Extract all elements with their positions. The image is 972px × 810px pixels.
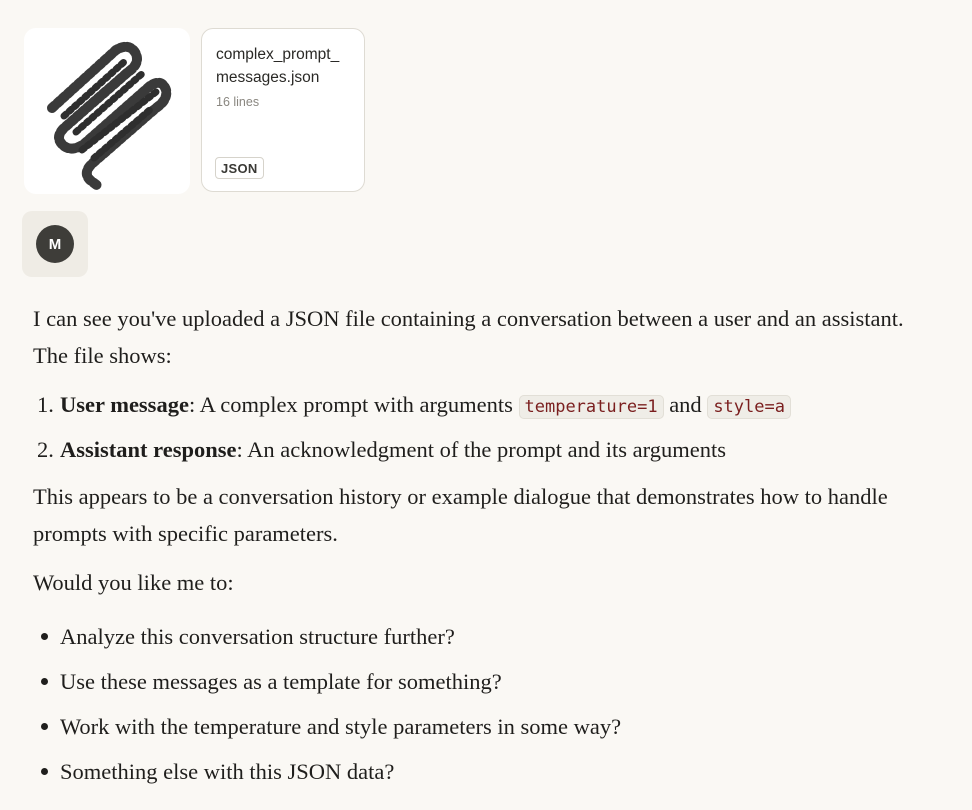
inline-code: temperature=1 (518, 395, 664, 419)
item-text: : A complex prompt with arguments (188, 392, 519, 417)
attachments-row: complex_prompt_messages.json 16 lines JS… (24, 28, 365, 194)
item-title: User message (60, 392, 189, 417)
item-text: : An acknowledgment of the prompt and it… (236, 437, 726, 462)
option-text: Use these messages as a template for som… (60, 669, 502, 694)
user-avatar-container: M (22, 211, 88, 277)
bullet-list: Analyze this conversation structure furt… (33, 614, 933, 794)
list-item: Analyze this conversation structure furt… (33, 614, 933, 659)
item-text: and (663, 392, 708, 417)
list-number: 2. (37, 437, 54, 462)
item-title: Assistant response (60, 437, 237, 462)
json-file-card[interactable]: complex_prompt_messages.json 16 lines JS… (201, 28, 365, 192)
assistant-response: I can see you've uploaded a JSON file co… (33, 300, 933, 794)
bullet-icon (41, 723, 48, 730)
bullet-icon (41, 633, 48, 640)
list-item: Something else with this JSON data? (33, 749, 933, 794)
option-text: Something else with this JSON data? (60, 759, 395, 784)
coil-image (47, 41, 172, 191)
option-text: Work with the temperature and style para… (60, 714, 622, 739)
response-paragraph: This appears to be a conversation histor… (33, 484, 888, 546)
file-type-badge: JSON (215, 157, 264, 179)
list-item: 2. Assistant response: An acknowledgment… (33, 427, 933, 472)
option-text: Analyze this conversation structure furt… (60, 624, 455, 649)
response-intro: I can see you've uploaded a JSON file co… (33, 306, 904, 368)
inline-code: style=a (707, 395, 791, 419)
list-number: 1. (37, 392, 54, 417)
numbered-list: 1. User message: A complex prompt with a… (33, 382, 933, 472)
bullet-icon (41, 768, 48, 775)
image-attachment-thumbnail[interactable] (24, 28, 190, 194)
file-name: complex_prompt_messages.json (216, 46, 340, 86)
list-item: Use these messages as a template for som… (33, 659, 933, 704)
list-item: 1. User message: A complex prompt with a… (33, 382, 933, 427)
bullet-icon (41, 678, 48, 685)
file-line-count: 16 lines (216, 95, 260, 109)
list-item: Work with the temperature and style para… (33, 704, 933, 749)
response-question: Would you like me to: (33, 570, 234, 595)
user-avatar: M (36, 225, 74, 263)
